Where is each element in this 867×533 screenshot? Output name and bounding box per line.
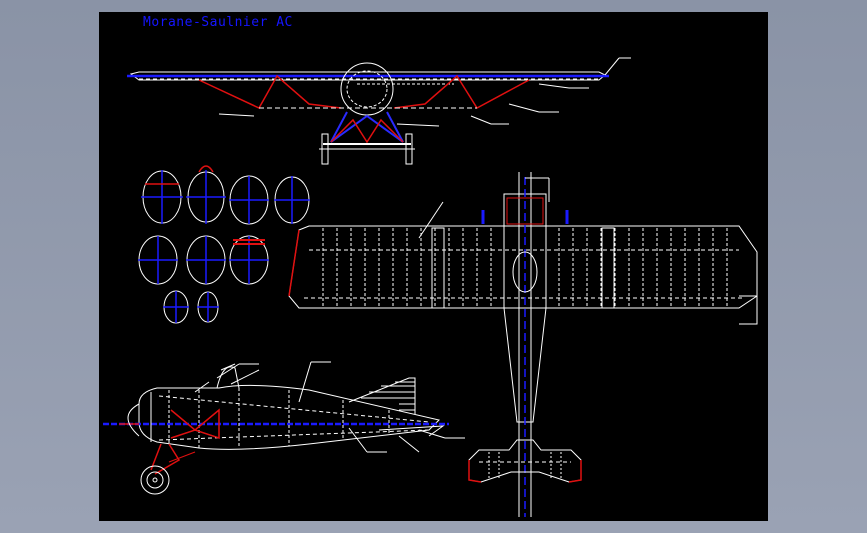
cad-viewport[interactable]: Morane-Saulnier AC (99, 12, 768, 521)
section-5 (138, 235, 178, 285)
section-6 (186, 235, 226, 285)
top-wing-outline (288, 225, 758, 309)
front-view (127, 57, 631, 165)
top-view (288, 172, 758, 517)
section-7 (229, 235, 269, 285)
fuselage-cross-sections (138, 165, 310, 324)
front-gear-struts (330, 111, 404, 143)
side-wheel (140, 465, 170, 495)
section-3 (229, 175, 269, 225)
section-9 (197, 291, 219, 323)
top-aileron-right (739, 295, 758, 325)
section-8 (163, 290, 189, 324)
front-cowling (340, 62, 394, 116)
side-fin (348, 377, 416, 414)
section-4 (274, 176, 310, 224)
front-bracing-left (198, 74, 342, 109)
section-1 (141, 170, 183, 224)
side-spinner (127, 403, 140, 437)
front-bracing-right (393, 74, 530, 109)
cad-drawing (103, 57, 758, 517)
section-2 (186, 165, 226, 224)
side-view (103, 361, 465, 495)
